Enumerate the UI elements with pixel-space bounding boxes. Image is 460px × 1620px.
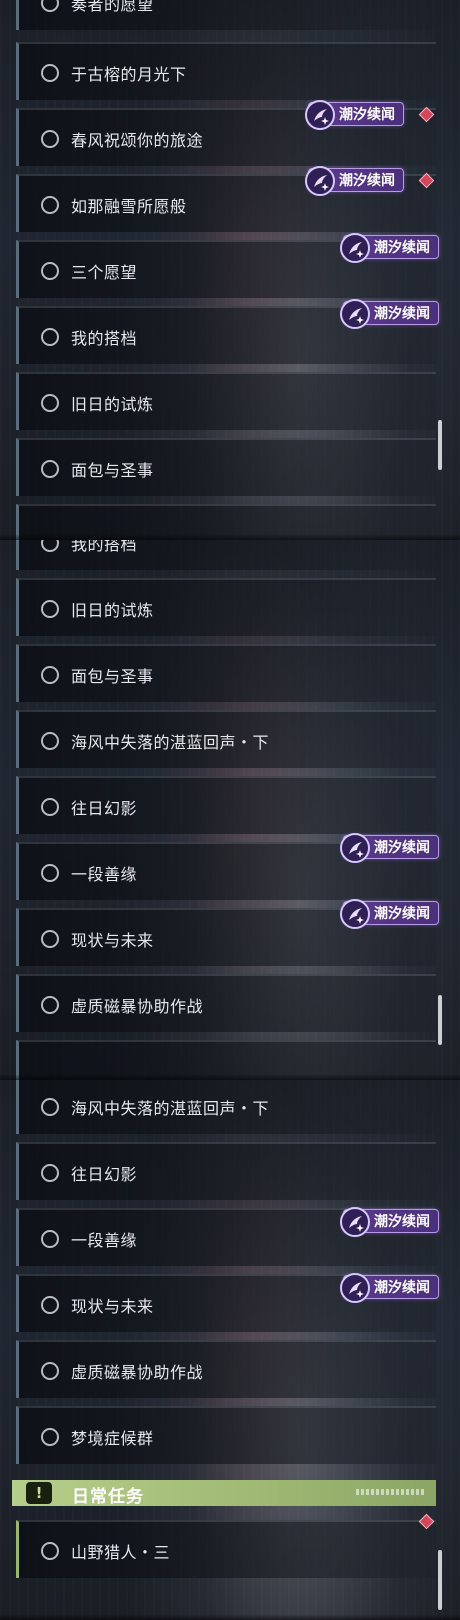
circle-status-icon [41,996,59,1014]
quest-label: 虚质磁暴协助作战 [71,1363,204,1382]
quest-label: 我的搭档 [71,329,138,348]
tide-story-badge: 潮汐续闻 [340,899,439,929]
tide-story-badge: 潮汐续闻 [305,100,404,130]
circle-status-icon [41,1098,59,1116]
quest-row[interactable]: 旧日的试炼 [16,578,436,636]
circle-status-icon [41,1296,59,1314]
circle-status-icon [41,262,59,280]
tide-story-badge: 潮汐续闻 [340,833,439,863]
badge-text: 潮汐续闻 [339,173,395,189]
quest-label: 虚质磁暴协助作战 [71,997,204,1016]
quest-label: 旧日的试炼 [71,395,154,414]
circle-status-icon [41,1164,59,1182]
scrollbar-thumb[interactable] [438,995,442,1045]
tide-story-icon [340,1273,370,1303]
quest-list-panel-1: 奏者的愿望 于古榕的月光下 春风祝颂你的旅途 如那融雪所愿般 三个愿望 我的搭档… [0,0,460,540]
tide-story-icon [340,1207,370,1237]
quest-row[interactable]: 往日幻影 [16,776,436,834]
circle-status-icon [41,328,59,346]
quest-label: 梦境症候群 [71,1429,154,1448]
quest-label: 三个愿望 [71,263,138,282]
daily-quest-row[interactable]: 山野猎人・三 [16,1520,436,1578]
quest-label: 面包与圣事 [71,461,154,480]
tide-story-icon [305,100,335,130]
tide-story-icon [340,833,370,863]
badge-text: 潮汐续闻 [374,240,430,256]
circle-status-icon [41,130,59,148]
quest-row[interactable] [16,1040,436,1080]
tide-story-icon [305,166,335,196]
quest-label: 现状与未来 [71,1297,154,1316]
tide-story-icon [340,233,370,263]
quest-label: 我的搭档 [71,540,138,554]
decorative-mark [356,1489,426,1495]
badge-text: 潮汐续闻 [374,306,430,322]
circle-status-icon [41,1428,59,1446]
quest-row[interactable]: 海风中失落的湛蓝回声・下 [16,710,436,768]
quest-row[interactable]: 梦境症候群 [16,1406,436,1464]
badge-text: 潮汐续闻 [374,1280,430,1296]
quest-label: 春风祝颂你的旅途 [71,131,204,150]
quest-label: 面包与圣事 [71,667,154,686]
circle-status-icon [41,460,59,478]
circle-status-icon [41,864,59,882]
scrollbar-thumb[interactable] [438,420,442,470]
quest-row[interactable]: 奏者的愿望 [16,0,436,30]
quest-row[interactable]: 面包与圣事 [16,644,436,702]
quest-row[interactable]: 往日幻影 [16,1142,436,1200]
circle-status-icon [41,1362,59,1380]
quest-label: 海风中失落的湛蓝回声・下 [71,733,270,752]
tide-story-badge: 潮汐续闻 [305,166,404,196]
quest-label: 山野猎人・三 [71,1543,171,1562]
circle-status-icon [41,798,59,816]
circle-status-icon [41,64,59,82]
quest-list-panel-3: 海风中失落的湛蓝回声・下 往日幻影 一段善缘 现状与未来 虚质磁暴协助作战 梦境… [0,1080,460,1620]
quest-row[interactable]: 海风中失落的湛蓝回声・下 [16,1080,436,1134]
circle-status-icon [41,930,59,948]
quest-row[interactable] [16,504,436,540]
circle-status-icon [41,1542,59,1560]
circle-status-icon [41,732,59,750]
tide-story-badge: 潮汐续闻 [340,233,439,263]
quest-label: 于古榕的月光下 [71,65,187,84]
scrollbar-thumb[interactable] [438,1550,442,1610]
quest-row[interactable]: 于古榕的月光下 [16,42,436,100]
quest-label: 海风中失落的湛蓝回声・下 [71,1099,270,1118]
circle-status-icon [41,196,59,214]
badge-text: 潮汐续闻 [374,1214,430,1230]
quest-label: 一段善缘 [71,1231,138,1250]
tide-story-badge: 潮汐续闻 [340,1207,439,1237]
quest-label: 现状与未来 [71,931,154,950]
tide-story-icon [340,899,370,929]
circle-status-icon [41,1230,59,1248]
quest-label: 奏者的愿望 [71,0,154,14]
badge-text: 潮汐续闻 [374,840,430,856]
quest-row[interactable]: 我的搭档 [16,540,436,570]
quest-row[interactable]: 面包与圣事 [16,438,436,496]
section-title: 日常任务 [72,1487,144,1507]
quest-label: 往日幻影 [71,799,138,818]
circle-status-icon [41,666,59,684]
quest-list-panel-2: 我的搭档 旧日的试炼 面包与圣事 海风中失落的湛蓝回声・下 往日幻影 一段善缘 … [0,540,460,1080]
quest-row[interactable]: 虚质磁暴协助作战 [16,1340,436,1398]
tide-story-badge: 潮汐续闻 [340,299,439,329]
quest-label: 往日幻影 [71,1165,138,1184]
circle-status-icon [41,0,59,12]
quest-label: 一段善缘 [71,865,138,884]
badge-text: 潮汐续闻 [339,107,395,123]
tide-story-badge: 潮汐续闻 [340,1273,439,1303]
quest-label: 如那融雪所愿般 [71,197,187,216]
quest-label: 旧日的试炼 [71,601,154,620]
circle-status-icon [41,540,59,552]
circle-status-icon [41,394,59,412]
daily-tasks-section-header[interactable]: ! 日常任务 [12,1480,436,1507]
tide-story-icon [340,299,370,329]
quest-row[interactable]: 虚质磁暴协助作战 [16,974,436,1032]
quest-row[interactable]: 旧日的试炼 [16,372,436,430]
exclamation-icon: ! [26,1482,52,1504]
circle-status-icon [41,600,59,618]
badge-text: 潮汐续闻 [374,906,430,922]
